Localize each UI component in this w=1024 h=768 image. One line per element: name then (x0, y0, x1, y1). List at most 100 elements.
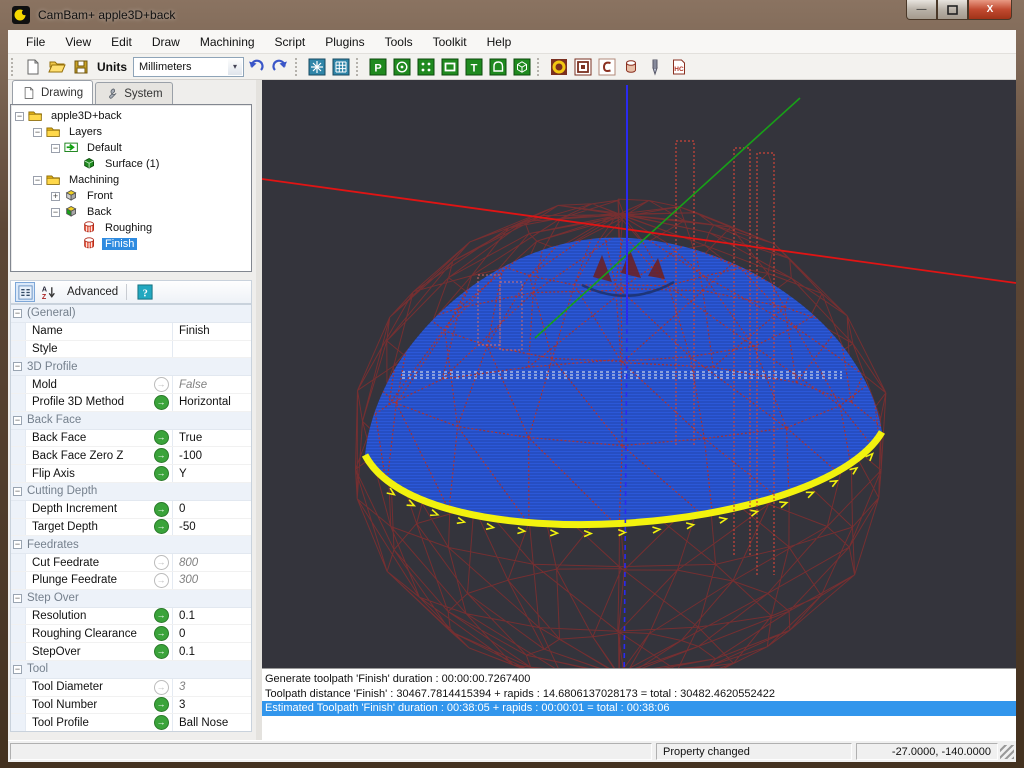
alphabetical-sort-button[interactable]: AZ (38, 282, 58, 302)
prop-value[interactable]: Horizontal (172, 394, 251, 411)
prop-arrow-gray-icon[interactable]: → (150, 573, 172, 588)
menu-plugins[interactable]: Plugins (315, 31, 374, 53)
tree-expander[interactable]: + (51, 192, 60, 201)
tree-item-machining[interactable]: −Machining (11, 172, 251, 188)
viewport-3d[interactable] (262, 80, 1016, 668)
menu-file[interactable]: File (16, 31, 55, 53)
tree-item-apple3d-back[interactable]: −apple3D+back (11, 108, 251, 124)
prop-row-stepover[interactable]: StepOver→0.1 (11, 643, 251, 661)
prop-category-step-over[interactable]: −Step Over (11, 590, 251, 608)
prop-row-target-depth[interactable]: Target Depth→-50 (11, 519, 251, 537)
heightmap-icon[interactable]: HC (668, 56, 690, 78)
prop-value[interactable]: -50 (172, 519, 251, 536)
category-expander[interactable]: − (13, 594, 22, 603)
category-expander[interactable]: − (13, 540, 22, 549)
tree-item-default[interactable]: −Default (11, 140, 251, 156)
prop-value[interactable] (172, 341, 251, 358)
categorized-view-button[interactable] (15, 282, 35, 302)
toolbar-grip[interactable] (11, 58, 18, 76)
prop-value[interactable]: True (172, 430, 251, 447)
prop-category--general-[interactable]: −(General) (11, 305, 251, 323)
point-list-icon[interactable] (415, 56, 437, 78)
prop-value[interactable]: 3 (172, 697, 251, 714)
menu-draw[interactable]: Draw (142, 31, 190, 53)
tree-expander[interactable]: − (51, 208, 60, 217)
prop-row-back-face[interactable]: Back Face→True (11, 430, 251, 448)
maximize-button[interactable] (937, 0, 968, 20)
menu-view[interactable]: View (55, 31, 101, 53)
menu-script[interactable]: Script (265, 31, 316, 53)
region-icon[interactable] (487, 56, 509, 78)
tree-item-front[interactable]: +Front (11, 188, 251, 204)
prop-row-flip-axis[interactable]: Flip Axis→Y (11, 465, 251, 483)
menu-tools[interactable]: Tools (375, 31, 423, 53)
tree-expander[interactable]: − (33, 176, 42, 185)
category-expander[interactable]: − (13, 416, 22, 425)
prop-value[interactable]: 0.1 (172, 643, 251, 660)
log-line-selected[interactable]: Estimated Toolpath 'Finish' duration : 0… (262, 701, 1016, 716)
text-icon[interactable]: T (463, 56, 485, 78)
tree-expander[interactable]: − (15, 112, 24, 121)
prop-row-tool-profile[interactable]: Tool Profile→Ball Nose (11, 714, 251, 732)
prop-category-back-face[interactable]: −Back Face (11, 412, 251, 430)
tree-item-layers[interactable]: −Layers (11, 124, 251, 140)
menu-machining[interactable]: Machining (190, 31, 265, 53)
prop-category-feedrates[interactable]: −Feedrates (11, 536, 251, 554)
prop-row-back-face-zero-z[interactable]: Back Face Zero Z→-100 (11, 447, 251, 465)
tab-system[interactable]: System (95, 82, 172, 104)
prop-arrow-green-icon[interactable]: → (150, 448, 172, 463)
prop-arrow-green-icon[interactable]: → (150, 644, 172, 659)
menu-edit[interactable]: Edit (101, 31, 142, 53)
units-combobox[interactable]: Millimeters▾ (133, 57, 244, 77)
engrave-icon[interactable] (596, 56, 618, 78)
prop-row-plunge-feedrate[interactable]: Plunge Feedrate→300 (11, 572, 251, 590)
surface-icon[interactable] (511, 56, 533, 78)
tree-item-roughing[interactable]: Roughing (11, 220, 251, 236)
undo-icon[interactable] (245, 56, 267, 78)
category-expander[interactable]: − (13, 309, 22, 318)
category-expander[interactable]: − (13, 362, 22, 371)
polyline-icon[interactable]: P (367, 56, 389, 78)
new-file-icon[interactable] (22, 56, 44, 78)
prop-value[interactable]: 0.1 (172, 608, 251, 625)
log-line[interactable]: Generate toolpath 'Finish' duration : 00… (262, 672, 1016, 687)
chevron-down-icon[interactable]: ▾ (228, 59, 242, 75)
tab-drawing[interactable]: Drawing (12, 80, 93, 104)
circle-icon[interactable] (391, 56, 413, 78)
prop-value[interactable]: 800 (172, 554, 251, 571)
prop-category-3d-profile[interactable]: −3D Profile (11, 358, 251, 376)
grid-icon[interactable] (330, 56, 352, 78)
prop-value[interactable]: False (172, 376, 251, 393)
prop-arrow-green-icon[interactable]: → (150, 466, 172, 481)
tree-item-finish[interactable]: Finish (11, 236, 251, 252)
toolbar-grip[interactable] (537, 58, 544, 76)
prop-arrow-gray-icon[interactable]: → (150, 680, 172, 695)
toolbar-grip[interactable] (356, 58, 363, 76)
redo-icon[interactable] (269, 56, 291, 78)
pocket-icon[interactable] (572, 56, 594, 78)
prop-value[interactable]: 0 (172, 625, 251, 642)
prop-row-cut-feedrate[interactable]: Cut Feedrate→800 (11, 554, 251, 572)
prop-arrow-green-icon[interactable]: → (150, 519, 172, 534)
prop-value[interactable]: 3 (172, 679, 251, 696)
prop-arrow-green-icon[interactable]: → (150, 502, 172, 517)
prop-row-profile-3d-method[interactable]: Profile 3D Method→Horizontal (11, 394, 251, 412)
resize-grip[interactable] (1000, 745, 1014, 759)
prop-row-roughing-clearance[interactable]: Roughing Clearance→0 (11, 625, 251, 643)
prop-arrow-green-icon[interactable]: → (150, 395, 172, 410)
open-file-icon[interactable] (46, 56, 68, 78)
titlebar[interactable]: CamBam+ apple3D+back — X (0, 0, 1024, 30)
prop-value[interactable]: Finish (172, 323, 251, 340)
prop-arrow-gray-icon[interactable]: → (150, 377, 172, 392)
prop-value[interactable]: Y (172, 465, 251, 482)
rectangle-icon[interactable] (439, 56, 461, 78)
category-expander[interactable]: − (13, 487, 22, 496)
prop-row-resolution[interactable]: Resolution→0.1 (11, 608, 251, 626)
drill-icon[interactable] (644, 56, 666, 78)
prop-value[interactable]: -100 (172, 447, 251, 464)
minimize-button[interactable]: — (906, 0, 937, 20)
profile3d-icon[interactable] (620, 56, 642, 78)
save-file-icon[interactable] (70, 56, 92, 78)
category-expander[interactable]: − (13, 665, 22, 674)
tree-item-back[interactable]: −Back (11, 204, 251, 220)
